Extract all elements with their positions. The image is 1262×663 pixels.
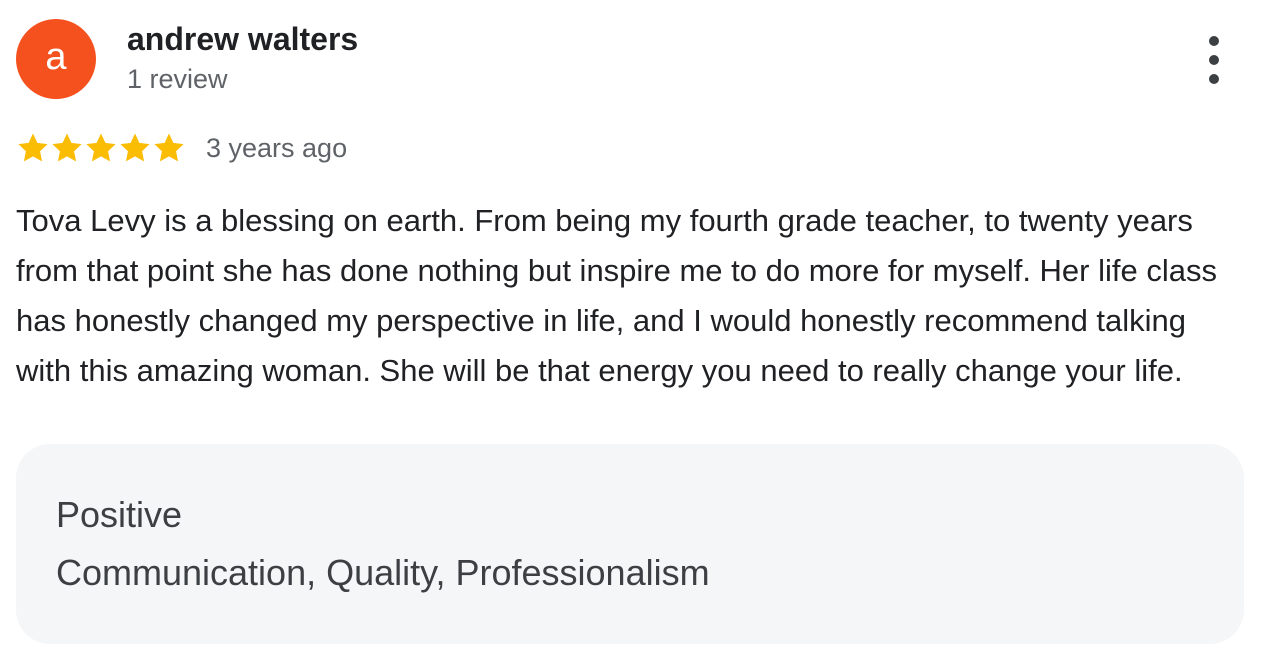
star-icon <box>120 133 150 162</box>
more-vert-icon-dot <box>1209 36 1219 46</box>
review-date: 3 years ago <box>206 132 348 163</box>
reviewer-review-count: 1 review <box>127 64 228 94</box>
attributes-values: Communication, Quality, Professionalism <box>56 552 710 593</box>
star-icon <box>154 133 184 162</box>
more-vert-icon-dot <box>1209 55 1219 65</box>
review-text: Tova Levy is a blessing on earth. From b… <box>16 203 1217 388</box>
review-attributes: Positive Communication, Quality, Profess… <box>16 444 1244 644</box>
more-vert-icon-dot <box>1209 74 1219 84</box>
rating-row: 3 years ago <box>16 128 347 168</box>
avatar-letter: a <box>45 36 67 78</box>
star-rating <box>16 131 186 165</box>
attributes-title: Positive <box>56 494 183 535</box>
avatar[interactable]: a <box>16 19 96 99</box>
reviewer-name[interactable]: andrew walters <box>127 20 358 58</box>
more-options-button[interactable] <box>1194 36 1234 84</box>
review-card: a andrew walters 1 review 3 years ago To… <box>0 0 1262 663</box>
star-icon <box>86 133 116 162</box>
star-icon <box>52 133 82 162</box>
star-icon <box>18 133 48 162</box>
